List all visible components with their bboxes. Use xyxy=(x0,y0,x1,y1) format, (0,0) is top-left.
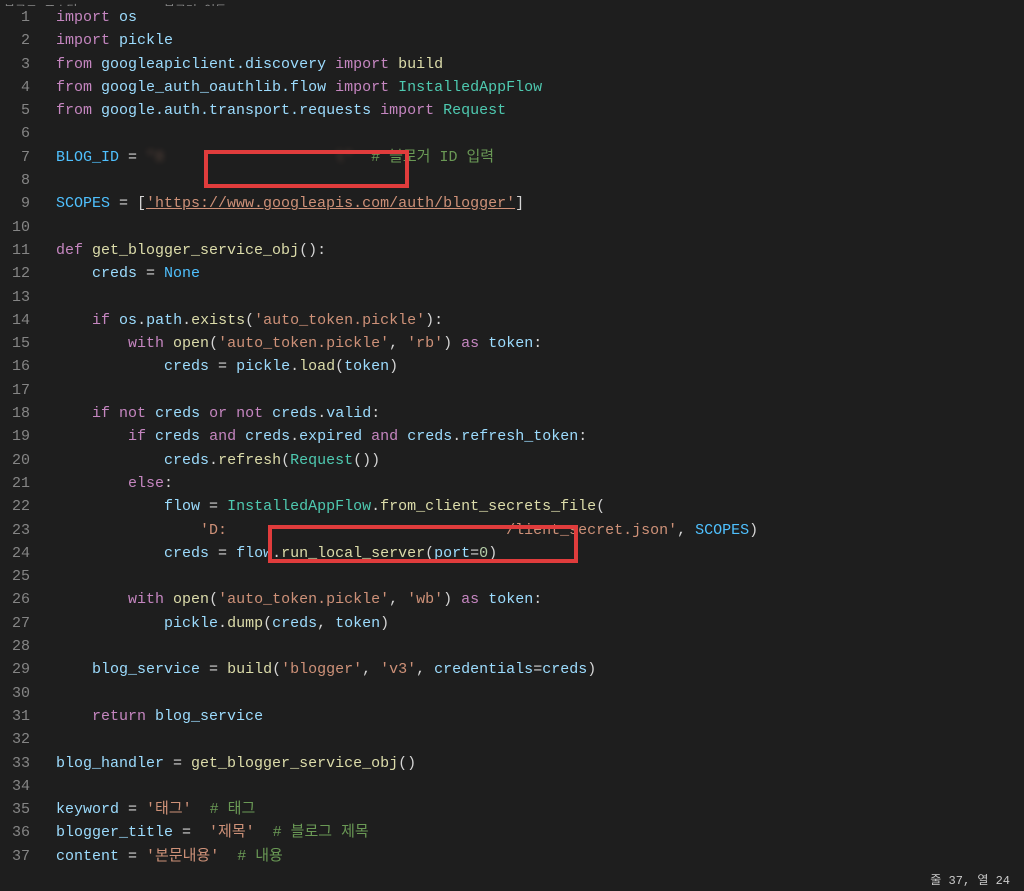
status-bar[interactable]: 줄 37, 열 24 xyxy=(0,872,1024,891)
code-content[interactable]: import os import pickle from googleapicl… xyxy=(42,6,1024,872)
line-number-gutter: 123 456 789 101112 131415 161718 192021 … xyxy=(0,6,42,872)
code-editor[interactable]: 123 456 789 101112 131415 161718 192021 … xyxy=(0,6,1024,872)
cursor-position: 줄 37, 열 24 xyxy=(930,874,1010,888)
